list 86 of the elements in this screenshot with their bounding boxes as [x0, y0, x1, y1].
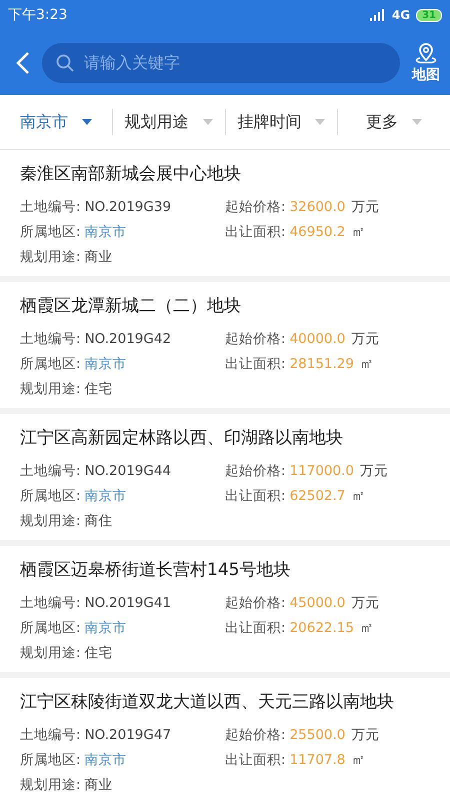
unit-label: 万元 — [351, 330, 380, 348]
field-value: 46950.2 — [290, 224, 346, 240]
field-value: NO.2019G42 — [84, 330, 172, 346]
unit-label: ㎡ — [351, 486, 366, 504]
listing-title: 江宁区高新园定林路以西、印湖路以南地块 — [20, 427, 344, 450]
field-value: 28151.29 — [290, 356, 354, 372]
field-value: NO.2019G41 — [84, 594, 172, 610]
unit-label: 万元 — [351, 198, 380, 216]
field-value: 32600.0 — [290, 198, 346, 214]
field-label: 所属地区: — [20, 222, 81, 240]
unit-label: ㎡ — [351, 750, 366, 768]
field-value: 25500.0 — [290, 726, 346, 742]
field-value: 南京市 — [84, 222, 127, 240]
field-value: 南京市 — [84, 618, 127, 636]
field-value: NO.2019G44 — [84, 462, 172, 478]
field-value: 南京市 — [84, 486, 127, 504]
unit-label: 万元 — [351, 726, 380, 744]
listing-title: 江宁区秣陵街道双龙大道以西、天元三路以南地块 — [20, 691, 395, 714]
dropdown-caret-icon — [412, 119, 422, 125]
field-value: 商业 — [84, 248, 113, 266]
field-label: 所属地区: — [20, 354, 81, 372]
field-value: 117000.0 — [290, 462, 354, 478]
network-type: 4G — [392, 8, 410, 22]
map-pin-icon — [413, 42, 439, 64]
field-label: 所属地区: — [20, 486, 81, 504]
field-value: NO.2019G39 — [84, 198, 172, 214]
dropdown-caret-icon — [82, 119, 92, 125]
unit-label: ㎡ — [351, 222, 366, 240]
field-label: 土地编号: — [20, 330, 81, 348]
listing-title: 栖霞区迈皋桥街道长营村145号地块 — [20, 559, 292, 582]
field-value: 南京市 — [84, 750, 127, 768]
field-label: 出让面积: — [225, 354, 286, 372]
filter-tab[interactable]: 更多 — [338, 109, 450, 135]
field-label: 规划用途: — [20, 380, 81, 398]
listing-card[interactable]: 栖霞区龙潭新城二（二）地块 土地编号: NO.2019G42 起始价格: 40000.0 万元 所属地区: 南京市 出让面积: 28151.29 ㎡ 规划用途: 住宅 — [0, 282, 450, 408]
field-value: 11707.8 — [290, 752, 346, 768]
field-value: 住宅 — [84, 380, 113, 398]
field-label: 土地编号: — [20, 462, 81, 480]
field-value: 62502.7 — [290, 488, 346, 504]
unit-label: ㎡ — [360, 354, 374, 372]
field-label: 规划用途: — [20, 644, 81, 662]
dropdown-caret-icon — [315, 119, 326, 125]
field-value: 商业 — [84, 776, 113, 794]
listing-card[interactable]: 江宁区高新园定林路以西、印湖路以南地块 土地编号: NO.2019G44 起始价格: 117000.0 万元 所属地区: 南京市 出让面积: 62502.7 ㎡ 规划用途: 商住 — [0, 414, 450, 540]
field-label: 出让面积: — [225, 486, 286, 504]
field-label: 土地编号: — [20, 594, 81, 612]
listing-card[interactable]: 江宁区秣陵街道双龙大道以西、天元三路以南地块 土地编号: NO.2019G47 起始价格: 25500.0 万元 所属地区: 南京市 出让面积: 11707.8 ㎡ 规划用途: 商业 — [0, 678, 450, 800]
filter-tab[interactable]: 挂牌时间 — [226, 109, 338, 135]
listing-card[interactable]: 秦淮区南部新城会展中心地块 土地编号: NO.2019G39 起始价格: 32600.0 万元 所属地区: 南京市 出让面积: 46950.2 ㎡ 规划用途: 商业 — [0, 150, 450, 276]
field-value: NO.2019G47 — [84, 726, 172, 742]
field-label: 规划用途: — [20, 512, 81, 530]
field-value: 商住 — [84, 512, 113, 530]
field-value: 住宅 — [84, 644, 113, 662]
field-label: 所属地区: — [20, 618, 81, 636]
field-value: 南京市 — [84, 354, 127, 372]
filter-tab[interactable]: 规划用途 — [112, 109, 226, 135]
field-label: 起始价格: — [225, 462, 286, 480]
field-value: 45000.0 — [290, 594, 346, 610]
field-value: 20622.15 — [290, 620, 354, 636]
search-field[interactable]: 请输入关键字 — [42, 42, 400, 82]
field-label: 出让面积: — [225, 618, 286, 636]
filter-tab[interactable]: 南京市 — [0, 109, 113, 135]
field-label: 起始价格: — [225, 330, 286, 348]
field-label: 规划用途: — [20, 776, 81, 794]
field-label: 起始价格: — [225, 726, 286, 744]
listing-title: 秦淮区南部新城会展中心地块 — [20, 163, 242, 186]
unit-label: 万元 — [360, 462, 388, 480]
listing-card[interactable]: 栖霞区迈皋桥街道长营村145号地块 土地编号: NO.2019G41 起始价格: 45000.0 万元 所属地区: 南京市 出让面积: 20622.15 ㎡ 规划用途: 住宅 — [0, 546, 450, 672]
back-icon[interactable] — [16, 50, 30, 74]
field-label: 土地编号: — [20, 198, 81, 216]
field-label: 所属地区: — [20, 750, 81, 768]
field-label: 出让面积: — [225, 222, 286, 240]
field-label: 起始价格: — [225, 594, 286, 612]
listing-title: 栖霞区龙潭新城二（二）地块 — [20, 295, 242, 318]
field-label: 出让面积: — [225, 750, 286, 768]
status-time: 下午3:23 — [8, 6, 68, 24]
signal-icon — [370, 9, 386, 21]
unit-label: ㎡ — [360, 618, 374, 636]
field-value: 40000.0 — [290, 330, 346, 346]
battery-level: 31 — [416, 8, 442, 22]
map-button[interactable]: 地图 — [412, 42, 440, 84]
field-label: 规划用途: — [20, 248, 81, 266]
dropdown-caret-icon — [202, 119, 213, 125]
field-label: 起始价格: — [225, 198, 286, 216]
unit-label: 万元 — [351, 594, 380, 612]
field-label: 土地编号: — [20, 726, 81, 744]
